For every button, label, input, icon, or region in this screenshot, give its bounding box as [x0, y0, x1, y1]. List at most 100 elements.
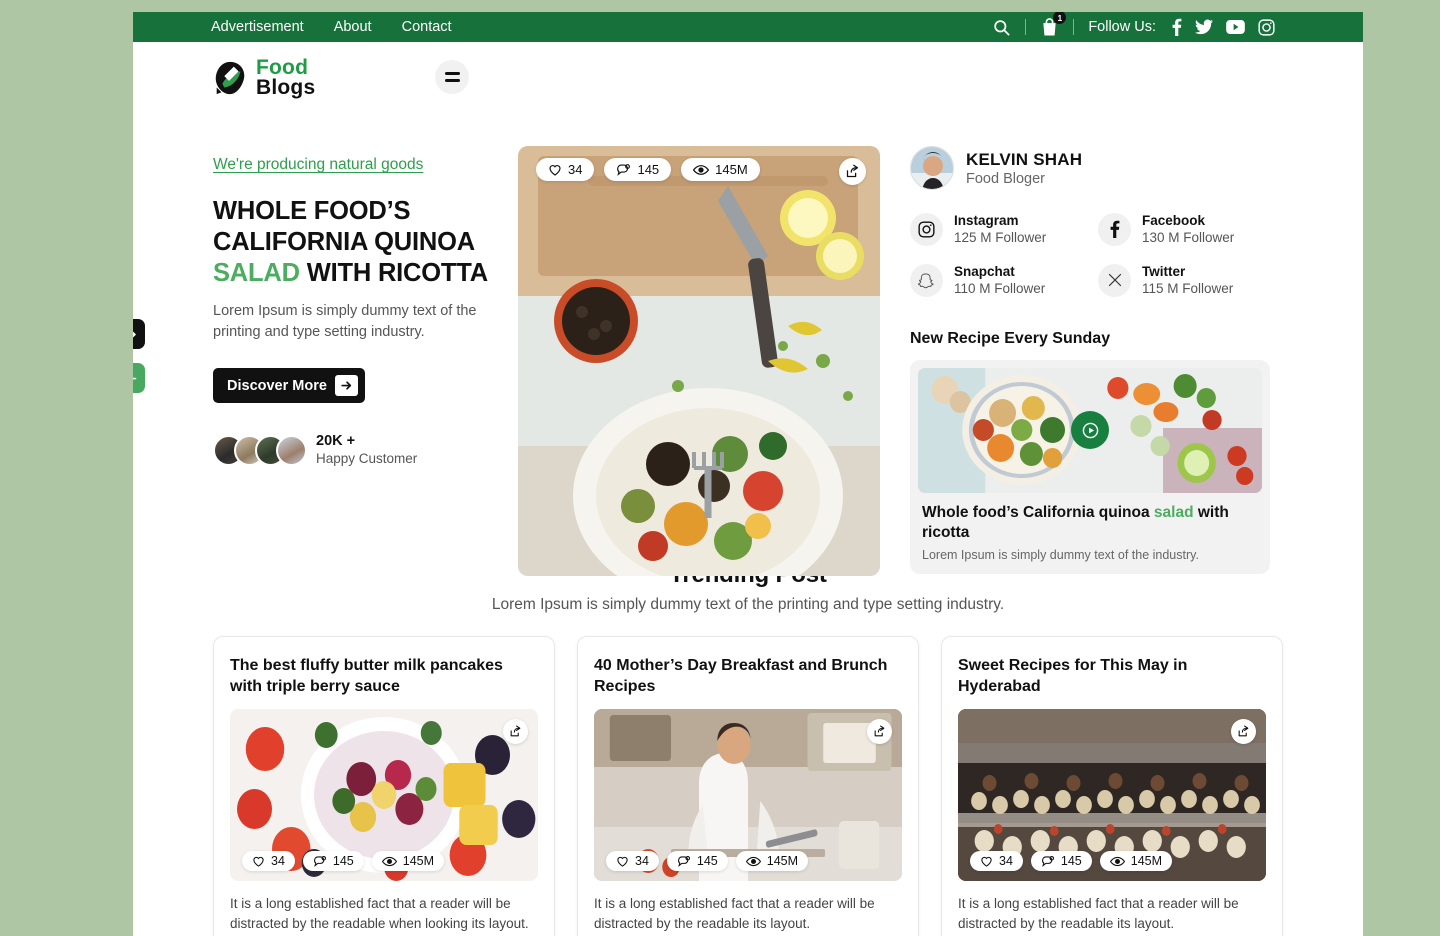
author-role: Food Bloger: [966, 170, 1045, 187]
hamburger-bar: [444, 79, 460, 82]
logo-word-blogs: Blogs: [256, 75, 316, 99]
likes-badge: 34: [242, 851, 295, 872]
featured-recipe-card[interactable]: Whole food’s California quinoa salad wit…: [910, 359, 1270, 575]
likes-badge: 34: [606, 851, 659, 872]
card-stats: 34 145 145M: [970, 851, 1173, 872]
arrow-right-icon: [334, 375, 358, 397]
instagram-icon[interactable]: [1258, 18, 1275, 36]
search-icon[interactable]: [992, 18, 1011, 37]
hero-title-line-3-rest: WITH RICOTTA: [299, 259, 488, 288]
page-frame: Advertisement About Contact 1 Follow Us:: [133, 12, 1363, 936]
social-stat-text: Facebook 130 M Follower: [1142, 212, 1234, 247]
facebook-icon: [1098, 212, 1131, 246]
twitter-x-icon: [1098, 263, 1131, 297]
hero-eyebrow-link[interactable]: We're producing natural goods: [213, 156, 423, 174]
play-icon[interactable]: [1071, 411, 1109, 450]
card-title: The best fluffy butter milk pancakes wit…: [230, 657, 503, 696]
views-count: 145M: [402, 854, 435, 869]
views-count: 145M: [1130, 854, 1163, 869]
top-utility-bar: Advertisement About Contact 1 Follow Us:: [133, 12, 1363, 42]
top-utility-actions: 1 Follow Us:: [992, 12, 1363, 37]
social-name: Twitter: [1142, 263, 1186, 279]
divider: [1025, 19, 1027, 35]
nav-link-contact[interactable]: Contact: [402, 19, 452, 35]
hero-title-line-1: WHOLE FOOD’S: [213, 197, 411, 225]
comments-badge: 145: [604, 158, 672, 181]
author-rail: KELVIN SHAH Food Bloger Instagram 125 M …: [880, 104, 1270, 575]
hero-subtitle: Lorem Ipsum is simply dummy text of the …: [213, 303, 477, 340]
hamburger-menu-icon[interactable]: [435, 60, 470, 94]
social-name: Instagram: [954, 213, 1019, 228]
likes-count: 34: [635, 854, 649, 869]
card-image: 34 145 145M: [958, 709, 1266, 882]
comments-badge: 145: [302, 851, 364, 872]
views-badge: 145M: [371, 851, 445, 872]
author-avatar: [910, 146, 954, 190]
trending-card[interactable]: 40 Mother’s Day Breakfast and Brunch Rec…: [577, 636, 919, 936]
recipe-title-before: Whole food’s California quinoa: [922, 503, 1154, 521]
hero-section: We're producing natural goods WHOLE FOOD…: [133, 104, 1363, 576]
author-name: KELVIN SHAH: [966, 149, 1083, 169]
hero-title: WHOLE FOOD’S CALIFORNIA QUINOA SALAD WIT…: [213, 196, 518, 289]
hero-stats: 34 145 145M: [536, 158, 760, 181]
likes-count: 34: [999, 854, 1013, 869]
customers-label: Happy Customer: [316, 450, 418, 466]
social-name: Snapchat: [954, 263, 1015, 279]
card-image: 34 145 145M: [230, 709, 538, 882]
social-stat-text: Snapchat 110 M Follower: [954, 263, 1045, 298]
top-nav-links: Advertisement About Contact: [133, 19, 452, 35]
shopping-bag-icon[interactable]: 1: [1040, 12, 1067, 37]
likes-badge: 34: [970, 851, 1023, 872]
social-followers: 110 M Follower: [954, 280, 1046, 296]
social-stat-instagram[interactable]: Instagram 125 M Follower: [910, 212, 1082, 247]
top-social-links: [1172, 18, 1275, 36]
avatar: [276, 434, 307, 466]
happy-customers: 20K + Happy Customer: [213, 433, 518, 466]
hero-image: 34 145 145M: [518, 146, 880, 576]
card-stats: 34 145 145M: [242, 851, 445, 872]
share-icon[interactable]: [839, 158, 866, 185]
cart-count-badge: 1: [1053, 12, 1067, 24]
site-header: Food Blogs: [133, 42, 1363, 104]
trending-card[interactable]: Sweet Recipes for This May in Hyderabad: [941, 636, 1283, 936]
social-stat-twitter[interactable]: Twitter 115 M Follower: [1098, 263, 1270, 298]
card-stats: 34 145 145M: [606, 851, 809, 872]
recipe-subtitle: Lorem Ipsum is simply dummy text of the …: [922, 548, 1199, 563]
social-followers: 130 M Follower: [1142, 230, 1235, 245]
card-description: It is a long established fact that a rea…: [594, 896, 875, 932]
views-count: 145M: [715, 162, 748, 177]
social-stat-text: Twitter 115 M Follower: [1142, 263, 1233, 298]
social-followers: 125 M Follower: [954, 230, 1047, 245]
hamburger-bar: [444, 72, 460, 75]
social-stat-facebook[interactable]: Facebook 130 M Follower: [1098, 212, 1270, 247]
comments-count: 145: [332, 854, 354, 869]
author-social-stats: Instagram 125 M Follower Facebook 130 M …: [910, 212, 1270, 298]
youtube-icon[interactable]: [1226, 20, 1245, 34]
views-badge: 145M: [681, 158, 760, 181]
nav-link-advertisement[interactable]: Advertisement: [211, 19, 304, 35]
likes-badge: 34: [536, 158, 595, 181]
customers-text: 20K + Happy Customer: [316, 433, 417, 466]
author-profile[interactable]: KELVIN SHAH Food Bloger: [910, 146, 1270, 190]
discover-more-button[interactable]: Discover More: [213, 368, 365, 404]
trending-card[interactable]: The best fluffy butter milk pancakes wit…: [213, 636, 555, 936]
likes-count: 34: [568, 162, 583, 177]
likes-count: 34: [271, 854, 285, 869]
comments-badge: 145: [666, 851, 728, 872]
discover-more-label: Discover More: [227, 377, 327, 394]
social-followers: 115 M Follower: [1142, 280, 1234, 296]
logo[interactable]: Food Blogs: [211, 57, 316, 99]
comments-badge: 145: [1030, 851, 1092, 872]
nav-link-about[interactable]: About: [334, 19, 372, 35]
card-description: It is a long established fact that a rea…: [230, 896, 529, 932]
recipe-title: Whole food’s California quinoa salad wit…: [922, 503, 1258, 543]
social-stat-snapchat[interactable]: Snapchat 110 M Follower: [910, 263, 1082, 298]
facebook-icon[interactable]: [1172, 18, 1182, 36]
twitter-icon[interactable]: [1195, 19, 1213, 35]
trending-cards: The best fluffy butter milk pancakes wit…: [133, 614, 1363, 936]
snapchat-icon: [910, 263, 943, 297]
follow-us-label: Follow Us:: [1088, 19, 1156, 35]
instagram-icon: [910, 212, 943, 246]
logo-text: Food Blogs: [256, 57, 316, 99]
hero-title-accent: SALAD: [213, 259, 300, 288]
